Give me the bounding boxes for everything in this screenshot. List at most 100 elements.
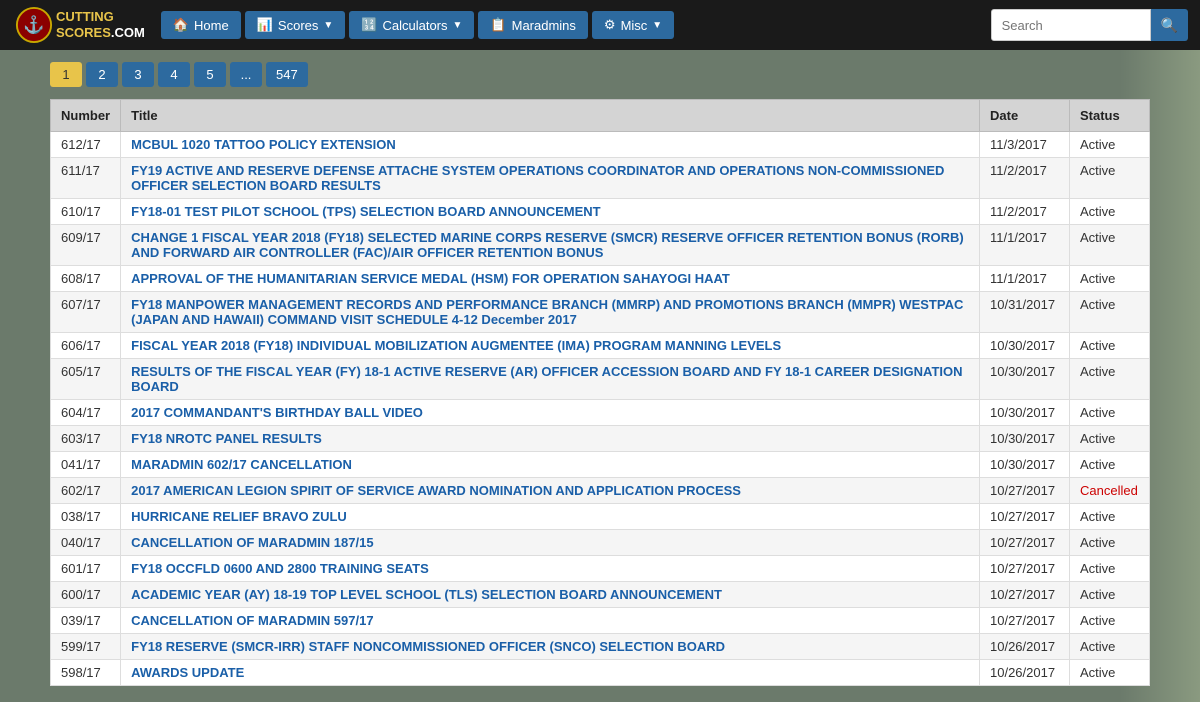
cell-date: 10/27/2017	[980, 478, 1070, 504]
search-wrapper: 🔍	[991, 9, 1188, 41]
cell-date: 10/26/2017	[980, 660, 1070, 686]
maradmins-table: Number Title Date Status 612/17MCBUL 102…	[50, 99, 1150, 686]
cell-date: 11/1/2017	[980, 266, 1070, 292]
cell-status: Active	[1070, 556, 1150, 582]
cell-status: Active	[1070, 608, 1150, 634]
calc-icon: 🔢	[361, 17, 377, 33]
misc-button[interactable]: ⚙ Misc ▼	[592, 11, 674, 39]
table-row: 601/17FY18 OCCFLD 0600 AND 2800 TRAINING…	[51, 556, 1150, 582]
table-row: 041/17MARADMIN 602/17 CANCELLATION10/30/…	[51, 452, 1150, 478]
content: 12345...547 Number Title Date Status 612…	[0, 50, 1200, 698]
cell-number: 039/17	[51, 608, 121, 634]
cell-date: 10/30/2017	[980, 333, 1070, 359]
cell-title[interactable]: CHANGE 1 FISCAL YEAR 2018 (FY18) SELECTE…	[121, 225, 980, 266]
calc-caret: ▼	[453, 20, 463, 31]
scores-button[interactable]: 📊 Scores ▼	[245, 11, 346, 39]
cell-number: 608/17	[51, 266, 121, 292]
cell-title[interactable]: FY18 NROTC PANEL RESULTS	[121, 426, 980, 452]
cell-number: 607/17	[51, 292, 121, 333]
page-btn-...[interactable]: ...	[230, 62, 262, 87]
cell-title[interactable]: FY18-01 TEST PILOT SCHOOL (TPS) SELECTIO…	[121, 199, 980, 225]
search-button[interactable]: 🔍	[1151, 9, 1188, 41]
col-title: Title	[121, 100, 980, 132]
cell-title[interactable]: ACADEMIC YEAR (AY) 18-19 TOP LEVEL SCHOO…	[121, 582, 980, 608]
cell-title[interactable]: HURRICANE RELIEF BRAVO ZULU	[121, 504, 980, 530]
cell-date: 10/30/2017	[980, 400, 1070, 426]
cell-title[interactable]: FY18 MANPOWER MANAGEMENT RECORDS AND PER…	[121, 292, 980, 333]
page-btn-547[interactable]: 547	[266, 62, 308, 87]
cell-date: 10/30/2017	[980, 359, 1070, 400]
table-row: 602/172017 AMERICAN LEGION SPIRIT OF SER…	[51, 478, 1150, 504]
cell-title[interactable]: MARADMIN 602/17 CANCELLATION	[121, 452, 980, 478]
search-input[interactable]	[991, 9, 1151, 41]
page-btn-3[interactable]: 3	[122, 62, 154, 87]
col-date: Date	[980, 100, 1070, 132]
scores-icon: 📊	[257, 17, 273, 33]
cell-title[interactable]: APPROVAL OF THE HUMANITARIAN SERVICE MED…	[121, 266, 980, 292]
table-row: 604/172017 COMMANDANT'S BIRTHDAY BALL VI…	[51, 400, 1150, 426]
maradmins-icon: 📋	[490, 17, 506, 33]
table-row: 608/17APPROVAL OF THE HUMANITARIAN SERVI…	[51, 266, 1150, 292]
cell-number: 612/17	[51, 132, 121, 158]
page-btn-2[interactable]: 2	[86, 62, 118, 87]
cell-number: 610/17	[51, 199, 121, 225]
table-row: 040/17CANCELLATION OF MARADMIN 187/1510/…	[51, 530, 1150, 556]
cell-title[interactable]: MCBUL 1020 TATTOO POLICY EXTENSION	[121, 132, 980, 158]
brand-text: CUTTING SCORES.COM	[56, 9, 145, 40]
table-row: 600/17ACADEMIC YEAR (AY) 18-19 TOP LEVEL…	[51, 582, 1150, 608]
cell-title[interactable]: RESULTS OF THE FISCAL YEAR (FY) 18-1 ACT…	[121, 359, 980, 400]
cell-status: Cancelled	[1070, 478, 1150, 504]
cell-number: 040/17	[51, 530, 121, 556]
cell-title[interactable]: FISCAL YEAR 2018 (FY18) INDIVIDUAL MOBIL…	[121, 333, 980, 359]
cell-title[interactable]: FY18 OCCFLD 0600 AND 2800 TRAINING SEATS	[121, 556, 980, 582]
navbar: ⚓ CUTTING SCORES.COM 🏠 Home 📊 Scores ▼ 🔢…	[0, 0, 1200, 50]
table-row: 599/17FY18 RESERVE (SMCR-IRR) STAFF NONC…	[51, 634, 1150, 660]
home-button[interactable]: 🏠 Home	[161, 11, 241, 39]
cell-status: Active	[1070, 266, 1150, 292]
cell-status: Active	[1070, 452, 1150, 478]
cell-date: 10/31/2017	[980, 292, 1070, 333]
cell-status: Active	[1070, 530, 1150, 556]
cell-number: 603/17	[51, 426, 121, 452]
maradmins-button[interactable]: 📋 Maradmins	[478, 11, 587, 39]
search-icon: 🔍	[1161, 17, 1178, 33]
table-row: 606/17FISCAL YEAR 2018 (FY18) INDIVIDUAL…	[51, 333, 1150, 359]
cell-status: Active	[1070, 660, 1150, 686]
cell-title[interactable]: CANCELLATION OF MARADMIN 597/17	[121, 608, 980, 634]
cell-number: 611/17	[51, 158, 121, 199]
page-btn-4[interactable]: 4	[158, 62, 190, 87]
table-row: 607/17FY18 MANPOWER MANAGEMENT RECORDS A…	[51, 292, 1150, 333]
brand-icon: ⚓	[15, 6, 53, 44]
cell-title[interactable]: FY18 RESERVE (SMCR-IRR) STAFF NONCOMMISS…	[121, 634, 980, 660]
cell-date: 10/26/2017	[980, 634, 1070, 660]
cell-date: 10/27/2017	[980, 530, 1070, 556]
page-btn-1[interactable]: 1	[50, 62, 82, 87]
cell-number: 598/17	[51, 660, 121, 686]
cell-title[interactable]: 2017 AMERICAN LEGION SPIRIT OF SERVICE A…	[121, 478, 980, 504]
cell-status: Active	[1070, 400, 1150, 426]
cell-title[interactable]: 2017 COMMANDANT'S BIRTHDAY BALL VIDEO	[121, 400, 980, 426]
cell-date: 11/1/2017	[980, 225, 1070, 266]
cell-date: 10/27/2017	[980, 608, 1070, 634]
cell-date: 10/30/2017	[980, 452, 1070, 478]
scores-caret: ▼	[323, 20, 333, 31]
misc-caret: ▼	[652, 20, 662, 31]
cell-title[interactable]: AWARDS UPDATE	[121, 660, 980, 686]
cell-status: Active	[1070, 292, 1150, 333]
svg-text:⚓: ⚓	[23, 15, 44, 35]
cell-title[interactable]: CANCELLATION OF MARADMIN 187/15	[121, 530, 980, 556]
page-btn-5[interactable]: 5	[194, 62, 226, 87]
cell-number: 602/17	[51, 478, 121, 504]
cell-date: 11/3/2017	[980, 132, 1070, 158]
table-row: 038/17HURRICANE RELIEF BRAVO ZULU10/27/2…	[51, 504, 1150, 530]
cell-date: 10/30/2017	[980, 426, 1070, 452]
calculators-button[interactable]: 🔢 Calculators ▼	[349, 11, 474, 39]
cell-status: Active	[1070, 333, 1150, 359]
table-row: 603/17FY18 NROTC PANEL RESULTS10/30/2017…	[51, 426, 1150, 452]
cell-status: Active	[1070, 225, 1150, 266]
cell-number: 601/17	[51, 556, 121, 582]
cell-title[interactable]: FY19 ACTIVE AND RESERVE DEFENSE ATTACHE …	[121, 158, 980, 199]
cell-date: 11/2/2017	[980, 199, 1070, 225]
cell-number: 604/17	[51, 400, 121, 426]
brand-logo: ⚓	[12, 3, 56, 47]
